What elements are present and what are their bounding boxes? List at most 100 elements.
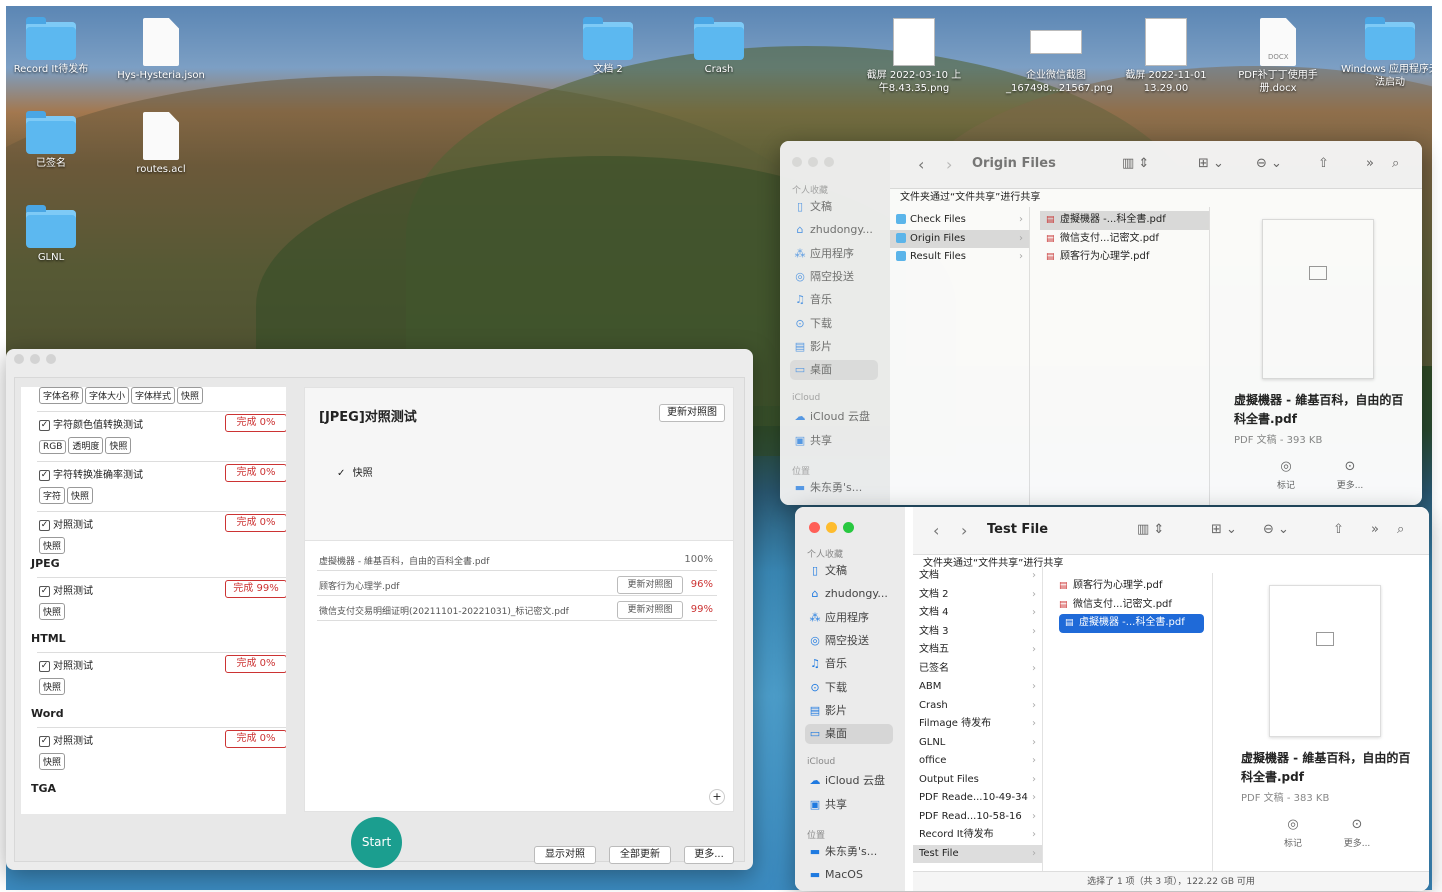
sidebar-item[interactable]: ⌂ zhudongy... bbox=[790, 220, 878, 240]
test-row[interactable]: ✓ 字符转换准确率测试 完成 0% bbox=[37, 461, 286, 482]
tag-chip[interactable]: 快照 bbox=[39, 753, 66, 770]
sidebar-item[interactable]: ▯ 文稿 bbox=[805, 561, 893, 581]
desktop-icon-10[interactable]: routes.acl bbox=[111, 112, 211, 176]
sidebar-item[interactable]: ▤ 影片 bbox=[805, 701, 893, 721]
close-button[interactable] bbox=[14, 354, 24, 364]
folder-item[interactable]: GLNL › bbox=[913, 734, 1042, 753]
folder-item[interactable]: 已签名 › bbox=[913, 660, 1042, 679]
desktop-icon-6[interactable]: 截屏 2022-11-01 13.29.00 bbox=[1116, 18, 1216, 95]
tag-chip[interactable]: 快照 bbox=[39, 603, 66, 620]
minimize-button[interactable] bbox=[808, 157, 818, 167]
sidebar-item[interactable]: ▬ 朱东勇's... bbox=[805, 842, 893, 862]
sidebar-item[interactable]: ▤ 影片 bbox=[790, 337, 878, 357]
back-icon[interactable]: ‹ bbox=[918, 155, 924, 174]
sidebar-item[interactable]: ♫ 音乐 bbox=[790, 290, 878, 310]
action-icon[interactable]: ⊖ ⌄ bbox=[1263, 522, 1289, 537]
forward-icon[interactable]: › bbox=[961, 521, 967, 540]
sidebar-item[interactable]: ⊙ 下载 bbox=[805, 678, 893, 698]
back-icon[interactable]: ‹ bbox=[933, 521, 939, 540]
tag-chip[interactable]: 字体样式 bbox=[131, 387, 176, 404]
folder-item[interactable]: 文档 › bbox=[913, 567, 1042, 586]
sidebar-item[interactable]: ▭ 桌面 bbox=[790, 360, 878, 381]
desktop-icon-5[interactable]: 企业微信截图_167498...21567.png bbox=[1006, 18, 1113, 95]
sidebar-item[interactable]: ⊙ 下载 bbox=[790, 314, 878, 334]
search-icon[interactable]: ⌕ bbox=[1397, 522, 1404, 537]
sidebar-item[interactable]: ⁂ 应用程序 bbox=[790, 244, 878, 264]
file-item[interactable]: ▤ 微信支付...记密文.pdf bbox=[1040, 230, 1209, 249]
desktop-icon-4[interactable]: 截屏 2022-03-10 上午8.43.35.png bbox=[864, 18, 964, 95]
zoom-button[interactable] bbox=[46, 354, 56, 364]
view-columns-icon[interactable]: ▥ ⇕ bbox=[1122, 156, 1149, 171]
file-item[interactable]: ▤ 虚擬機器 -...科全書.pdf bbox=[1059, 614, 1204, 633]
sidebar-item[interactable]: ▭ 桌面 bbox=[805, 724, 893, 745]
update-all-button[interactable]: 全部更新 bbox=[609, 846, 671, 864]
minimize-button[interactable] bbox=[30, 354, 40, 364]
folder-item[interactable]: Filmage 待发布 › bbox=[913, 715, 1042, 734]
share-icon[interactable]: ⇧ bbox=[1333, 522, 1344, 537]
update-reference-button[interactable]: 更新对照图 bbox=[617, 576, 683, 594]
desktop-icon-2[interactable]: 文档 2 bbox=[558, 17, 658, 76]
sidebar-item[interactable]: ⌂ zhudongy... bbox=[805, 584, 893, 604]
folder-item[interactable]: ABM › bbox=[913, 678, 1042, 697]
desktop-icon-8[interactable]: Windows 应用程序无法启动 bbox=[1340, 17, 1432, 89]
desktop-icon-9[interactable]: 已签名 bbox=[6, 111, 101, 170]
desktop-icon-0[interactable]: Record It待发布 bbox=[6, 17, 101, 76]
folder-item[interactable]: Test File › bbox=[913, 844, 1042, 863]
folder-item[interactable]: 文档 2 › bbox=[913, 586, 1042, 605]
minimize-button[interactable] bbox=[826, 522, 837, 533]
folder-item[interactable]: 文档五 › bbox=[913, 641, 1042, 660]
tag-chip[interactable]: 字体名称 bbox=[39, 387, 84, 404]
folder-item[interactable]: Origin Files › bbox=[890, 229, 1029, 248]
close-button[interactable] bbox=[792, 157, 802, 167]
folder-item[interactable]: Crash › bbox=[913, 697, 1042, 716]
folder-item[interactable]: office › bbox=[913, 752, 1042, 771]
search-icon[interactable]: ⌕ bbox=[1392, 156, 1399, 171]
zoom-button[interactable] bbox=[824, 157, 834, 167]
sidebar-item[interactable]: ☁ iCloud 云盘 bbox=[790, 407, 878, 427]
more-action[interactable]: ⊙ 更多... bbox=[1330, 459, 1370, 491]
sidebar-item[interactable]: ▬ MacOS bbox=[805, 865, 893, 885]
tag-chip[interactable]: 快照 bbox=[39, 678, 66, 695]
folder-item[interactable]: Record It待发布 › bbox=[913, 826, 1042, 845]
checkbox[interactable]: ✓ bbox=[39, 519, 50, 531]
tag-chip[interactable]: 字符 bbox=[39, 487, 66, 504]
tag-chip[interactable]: 透明度 bbox=[68, 437, 104, 454]
folder-item[interactable]: Check Files › bbox=[890, 211, 1029, 230]
checkbox[interactable]: ✓ bbox=[39, 660, 50, 672]
checkbox[interactable]: ✓ bbox=[39, 735, 50, 747]
desktop-icon-3[interactable]: Crash bbox=[669, 17, 769, 76]
tag-chip[interactable]: 快照 bbox=[67, 487, 94, 504]
sidebar-item[interactable]: ▣ 共享 bbox=[805, 795, 893, 815]
forward-icon[interactable]: › bbox=[946, 155, 952, 174]
update-reference-button[interactable]: 更新对照图 bbox=[617, 601, 683, 619]
desktop-icon-1[interactable]: Hys-Hysteria.json bbox=[111, 18, 211, 82]
add-button[interactable]: + bbox=[709, 789, 725, 805]
checkbox[interactable]: ✓ bbox=[39, 469, 50, 481]
more-toolbar-icon[interactable]: » bbox=[1366, 156, 1374, 171]
tag-chip[interactable]: 快照 bbox=[105, 437, 132, 454]
share-icon[interactable]: ⇧ bbox=[1318, 156, 1329, 171]
action-icon[interactable]: ⊖ ⌄ bbox=[1256, 156, 1282, 171]
tag-action[interactable]: ◎ 标记 bbox=[1273, 817, 1313, 849]
tag-chip[interactable]: 字体大小 bbox=[85, 387, 130, 404]
sidebar-item[interactable]: ◎ 隔空投送 bbox=[805, 631, 893, 651]
checkbox[interactable]: ✓ bbox=[39, 585, 50, 597]
folder-item[interactable]: 文档 3 › bbox=[913, 623, 1042, 642]
file-item[interactable]: ▤ 顾客行为心理学.pdf bbox=[1053, 577, 1212, 596]
snapshot-option[interactable]: ✓ 快照 bbox=[337, 464, 373, 479]
zoom-button[interactable] bbox=[843, 522, 854, 533]
file-item[interactable]: ▤ 微信支付...记密文.pdf bbox=[1053, 596, 1212, 615]
test-row[interactable]: ✓ 对照测试 完成 99% bbox=[37, 577, 286, 598]
more-action[interactable]: ⊙ 更多... bbox=[1337, 817, 1377, 849]
sidebar-item[interactable]: ◎ 隔空投送 bbox=[790, 267, 878, 287]
test-row[interactable]: ✓ 对照测试 完成 0% bbox=[37, 727, 286, 748]
sidebar-item[interactable]: ☁ iCloud 云盘 bbox=[805, 771, 893, 791]
sidebar-item[interactable]: ♫ 音乐 bbox=[805, 654, 893, 674]
close-button[interactable] bbox=[809, 522, 820, 533]
start-button[interactable]: Start bbox=[351, 817, 402, 868]
checkbox[interactable]: ✓ bbox=[39, 419, 50, 431]
sidebar-item[interactable]: ⁂ 应用程序 bbox=[805, 608, 893, 628]
tag-chip[interactable]: RGB bbox=[39, 440, 67, 454]
show-comparison-button[interactable]: 显示对照 bbox=[534, 846, 596, 864]
tag-chip[interactable]: 快照 bbox=[177, 387, 204, 404]
